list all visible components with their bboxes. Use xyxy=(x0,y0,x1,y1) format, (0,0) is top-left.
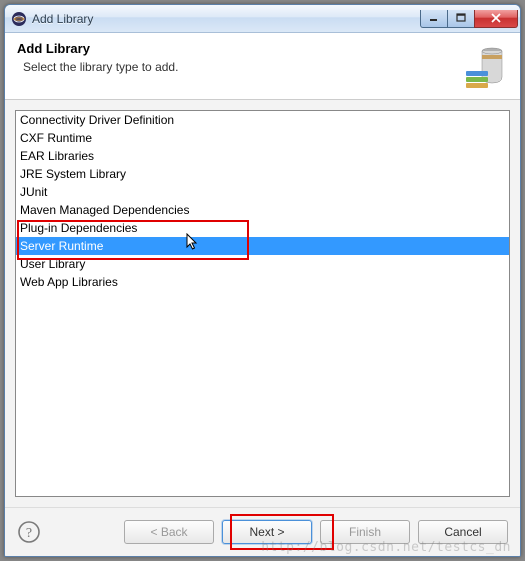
window-title: Add Library xyxy=(32,12,421,26)
list-item[interactable]: JUnit xyxy=(16,183,509,201)
help-icon[interactable]: ? xyxy=(17,520,41,544)
header-text-block: Add Library Select the library type to a… xyxy=(17,41,460,89)
eclipse-icon xyxy=(11,11,27,27)
button-bar: ? < Back Next > Finish Cancel xyxy=(5,507,520,556)
list-item[interactable]: JRE System Library xyxy=(16,165,509,183)
list-item[interactable]: Plug-in Dependencies xyxy=(16,219,509,237)
dialog-header: Add Library Select the library type to a… xyxy=(5,33,520,100)
page-description: Select the library type to add. xyxy=(17,60,460,74)
list-item[interactable]: Web App Libraries xyxy=(16,273,509,291)
list-item[interactable]: Maven Managed Dependencies xyxy=(16,201,509,219)
list-item[interactable]: CXF Runtime xyxy=(16,129,509,147)
finish-button[interactable]: Finish xyxy=(320,520,410,544)
cancel-button[interactable]: Cancel xyxy=(418,520,508,544)
list-item[interactable]: User Library xyxy=(16,255,509,273)
maximize-button[interactable] xyxy=(447,10,475,28)
list-item-selected[interactable]: Server Runtime xyxy=(16,237,509,255)
list-item[interactable]: Connectivity Driver Definition xyxy=(16,111,509,129)
page-title: Add Library xyxy=(17,41,460,56)
library-type-list[interactable]: Connectivity Driver Definition CXF Runti… xyxy=(15,110,510,497)
library-jar-icon xyxy=(460,41,508,89)
content-area: Connectivity Driver Definition CXF Runti… xyxy=(5,100,520,507)
titlebar[interactable]: Add Library xyxy=(5,5,520,33)
back-button[interactable]: < Back xyxy=(124,520,214,544)
window-controls xyxy=(421,10,518,28)
next-button[interactable]: Next > xyxy=(222,520,312,544)
close-button[interactable] xyxy=(474,10,518,28)
list-item[interactable]: EAR Libraries xyxy=(16,147,509,165)
minimize-button[interactable] xyxy=(420,10,448,28)
svg-text:?: ? xyxy=(26,526,32,541)
dialog-window: Add Library Add Library Select the libra… xyxy=(4,4,521,557)
